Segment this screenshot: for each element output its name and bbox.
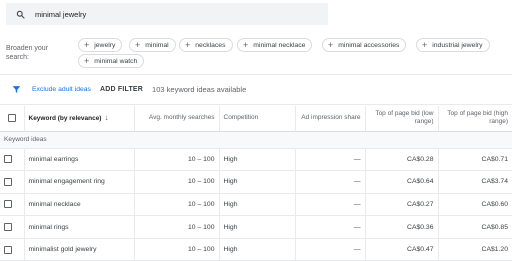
plus-icon: +	[84, 39, 90, 50]
competition-cell: High	[219, 170, 296, 194]
filter-icon[interactable]	[12, 85, 21, 94]
bid-low-cell: CA$0.28	[365, 148, 439, 172]
header-ad-impression-share[interactable]: Ad impression share	[295, 106, 366, 132]
impression-cell: —	[295, 193, 366, 217]
table-row: minimalist gold jewelry 10 – 100 High — …	[0, 238, 512, 261]
filter-toolbar: Exclude adult ideas ADD FILTER 103 keywo…	[0, 80, 512, 98]
sort-down-icon: ↓	[104, 112, 109, 122]
header-competition[interactable]: Competition	[219, 106, 296, 132]
divider	[0, 104, 512, 105]
bid-high-cell: CA$3.74	[438, 170, 512, 194]
chip-industrial-jewelry[interactable]: + industrial jewelry	[416, 38, 490, 52]
plus-icon: +	[422, 39, 428, 50]
plus-icon: +	[135, 39, 141, 50]
row-checkbox[interactable]	[4, 200, 12, 209]
row-select-cell	[0, 238, 25, 261]
select-all-checkbox[interactable]	[7, 113, 16, 122]
row-checkbox[interactable]	[4, 155, 12, 164]
bid-high-cell: CA$0.71	[438, 148, 512, 172]
row-checkbox[interactable]	[4, 223, 12, 232]
bid-high-cell: CA$1.20	[438, 238, 512, 261]
bid-low-cell: CA$0.27	[365, 193, 439, 217]
chip-minimal-necklace[interactable]: + minimal necklace	[237, 38, 313, 52]
impression-cell: —	[295, 170, 366, 194]
search-icon	[16, 10, 25, 19]
keyword-cell: minimal earrings	[24, 148, 135, 172]
bid-low-cell: CA$0.36	[365, 215, 439, 239]
table-row: minimal engagement ring 10 – 100 High — …	[0, 170, 512, 194]
search-bar[interactable]: minimal jewelry	[6, 3, 328, 25]
keyword-ideas-count: 103 keyword ideas available	[152, 84, 247, 94]
header-bid-high[interactable]: Top of page bid (high range)	[438, 106, 512, 132]
row-select-cell	[0, 193, 25, 217]
bid-low-cell: CA$0.47	[365, 238, 439, 261]
keyword-cell: minimal rings	[24, 215, 135, 239]
exclude-adult-ideas-link[interactable]: Exclude adult ideas	[32, 86, 91, 93]
impression-cell: —	[295, 238, 366, 261]
add-filter-button[interactable]: ADD FILTER	[100, 86, 143, 93]
competition-cell: High	[219, 193, 296, 217]
plus-icon: +	[185, 39, 191, 50]
broaden-label: Broaden your search:	[6, 45, 49, 61]
header-bid-low[interactable]: Top of page bid (low range)	[365, 106, 439, 132]
divider	[0, 74, 512, 75]
group-label: Keyword ideas	[0, 131, 512, 149]
chip-jewelry[interactable]: + jewelry	[78, 38, 123, 52]
impression-cell: —	[295, 215, 366, 239]
row-select-cell	[0, 215, 25, 239]
bid-high-cell: CA$0.85	[438, 215, 512, 239]
table-row: minimal necklace 10 – 100 High — CA$0.27…	[0, 193, 512, 217]
impression-cell: —	[295, 148, 366, 172]
table-header-row: Keyword (by relevance) ↓ Avg. monthly sea…	[0, 106, 512, 132]
searches-cell: 10 – 100	[134, 170, 220, 194]
row-select-cell	[0, 170, 25, 194]
keyword-cell: minimalist gold jewelry	[24, 238, 135, 261]
plus-icon: +	[243, 39, 249, 50]
bid-high-cell: CA$0.60	[438, 193, 512, 217]
keyword-table: Keyword (by relevance) ↓ Avg. monthly sea…	[0, 106, 512, 261]
row-checkbox[interactable]	[4, 177, 12, 186]
header-keyword[interactable]: Keyword (by relevance) ↓	[24, 106, 135, 132]
plus-icon: +	[84, 55, 90, 66]
row-checkbox[interactable]	[4, 245, 12, 254]
bid-low-cell: CA$0.64	[365, 170, 439, 194]
competition-cell: High	[219, 238, 296, 261]
plus-icon: +	[328, 39, 334, 50]
competition-cell: High	[219, 215, 296, 239]
group-row: Keyword ideas	[0, 131, 512, 149]
table-row: minimal rings 10 – 100 High — CA$0.36 CA…	[0, 215, 512, 239]
chip-minimal-watch[interactable]: + minimal watch	[78, 54, 145, 68]
searches-cell: 10 – 100	[134, 193, 220, 217]
searches-cell: 10 – 100	[134, 238, 220, 261]
header-avg-monthly-searches[interactable]: Avg. monthly searches	[134, 106, 220, 132]
search-query: minimal jewelry	[35, 9, 87, 19]
searches-cell: 10 – 100	[134, 215, 220, 239]
keyword-cell: minimal necklace	[24, 193, 135, 217]
chip-necklaces[interactable]: + necklaces	[179, 38, 233, 52]
select-all-cell	[0, 106, 25, 132]
keyword-cell: minimal engagement ring	[24, 170, 135, 194]
competition-cell: High	[219, 148, 296, 172]
searches-cell: 10 – 100	[134, 148, 220, 172]
row-select-cell	[0, 148, 25, 172]
chip-minimal[interactable]: + minimal	[129, 38, 176, 52]
chip-minimal-accessories[interactable]: + minimal accessories	[322, 38, 407, 52]
table-row: minimal earrings 10 – 100 High — CA$0.28…	[0, 148, 512, 172]
